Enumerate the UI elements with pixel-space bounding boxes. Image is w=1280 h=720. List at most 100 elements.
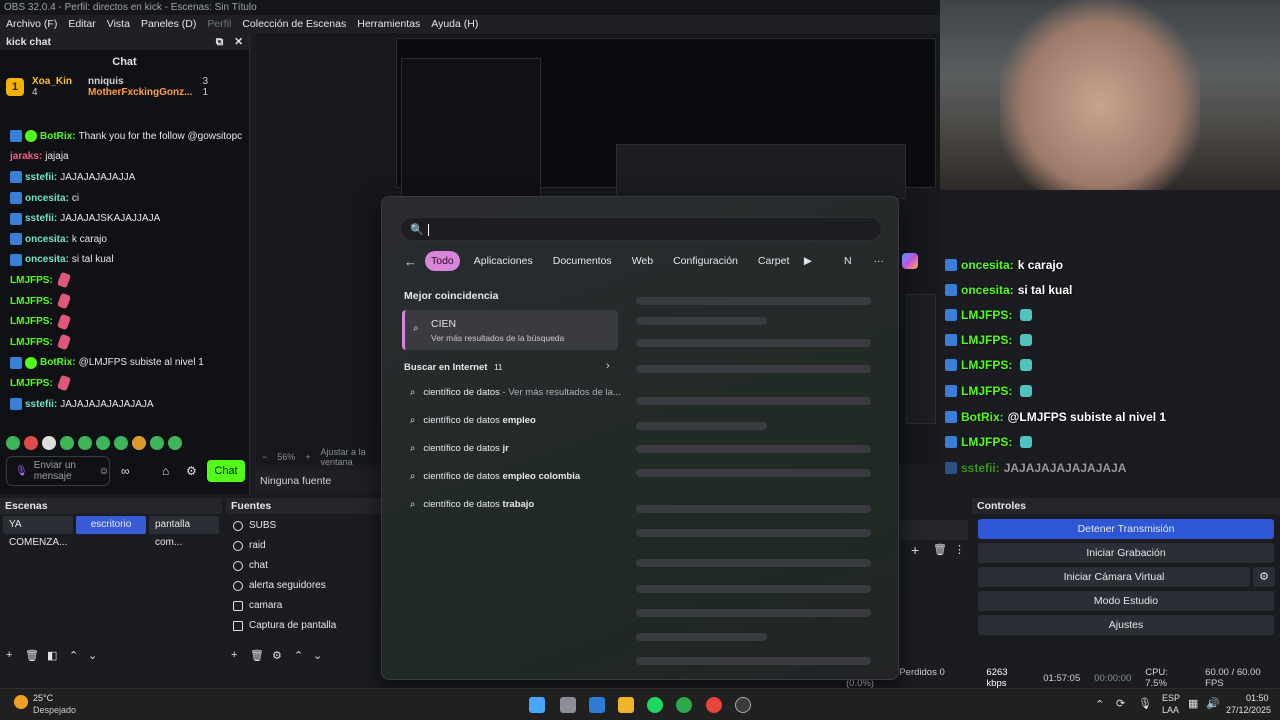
explorer-icon[interactable] [618, 697, 634, 713]
chrome-icon[interactable] [706, 697, 722, 713]
gifter-name[interactable]: MotherFxckingGonz... [88, 87, 192, 98]
settings-button[interactable]: Ajustes [978, 615, 1274, 635]
filter-todo[interactable]: Todo [425, 251, 460, 271]
copilot-icon[interactable] [902, 253, 919, 269]
input-language[interactable]: ESP [1162, 693, 1180, 703]
chat-username[interactable]: LMJFPS: [10, 296, 53, 307]
chat-username[interactable]: LMJFPS: [10, 378, 53, 389]
menu-paneles[interactable]: Paneles (D) [141, 18, 196, 30]
emote-icon[interactable] [6, 436, 20, 450]
weather-temp[interactable]: 25°C [33, 693, 53, 703]
trash-icon[interactable]: 🗑 [933, 543, 947, 556]
whatsapp-icon[interactable] [676, 697, 692, 713]
network-icon[interactable]: ▦ [1188, 697, 1198, 710]
up-icon[interactable]: ⌃ [294, 649, 303, 662]
down-icon[interactable]: ⌄ [88, 649, 97, 662]
mic-icon[interactable]: 🎙 [15, 466, 28, 477]
close-icon[interactable]: ✕ [234, 36, 243, 48]
chat-send-button[interactable]: Chat [207, 460, 245, 482]
filter-aplicaciones[interactable]: Aplicaciones [468, 251, 539, 271]
mic-icon[interactable]: 🎙 [1138, 697, 1152, 710]
start-virtualcam-button[interactable]: Iniciar Cámara Virtual [978, 567, 1250, 587]
studio-mode-button[interactable]: Modo Estudio [978, 591, 1274, 611]
scene-item-active[interactable]: escritorio [76, 516, 146, 534]
gear-icon[interactable]: ⚙ [272, 649, 282, 662]
add-scene-icon[interactable]: + [6, 649, 12, 661]
web-suggestion[interactable]: ⌕ científico de datos jr [410, 443, 509, 454]
chat-username[interactable]: LMJFPS: [10, 275, 53, 286]
emote-icon[interactable] [114, 436, 128, 450]
chat-username[interactable]: LMJFPS: [10, 337, 53, 348]
down-icon[interactable]: ⌄ [313, 649, 322, 662]
chat-username[interactable]: sstefii: [25, 213, 57, 224]
source-item[interactable]: camara [233, 600, 282, 611]
more-icon[interactable]: ··· [874, 255, 885, 267]
menu-vista[interactable]: Vista [107, 18, 130, 30]
gear-icon[interactable]: ⚙ [186, 464, 197, 478]
best-match-item[interactable]: ⌕ CIEN Ver más resultados de la búsqueda [402, 310, 618, 350]
start-recording-button[interactable]: Iniciar Grabación [978, 543, 1274, 563]
menu-editar[interactable]: Editar [68, 18, 95, 30]
chat-username[interactable]: sstefii: [25, 172, 57, 183]
fit-window[interactable]: Ajustar a la ventana [321, 447, 386, 467]
menu-perfil[interactable]: Perfil [207, 18, 231, 30]
store-icon[interactable]: ⌂ [162, 464, 169, 478]
source-item[interactable]: SUBS [233, 520, 276, 531]
zoom-minus[interactable]: − [262, 452, 267, 462]
zoom-plus[interactable]: + [305, 452, 310, 462]
chat-username[interactable]: oncesita: [25, 193, 69, 204]
gifter-name[interactable]: Xoa_Kin [32, 76, 72, 87]
emote-icon[interactable] [24, 436, 38, 450]
infinity-icon[interactable]: ∞ [121, 464, 130, 478]
remove-source-icon[interactable]: 🗑 [250, 649, 264, 662]
up-icon[interactable]: ⌃ [69, 649, 78, 662]
chat-username[interactable]: BotRix: [40, 357, 76, 368]
chevron-right-icon[interactable]: › [606, 360, 610, 372]
emote-icon[interactable] [150, 436, 164, 450]
chat-username[interactable]: sstefii: [25, 399, 57, 410]
scene-item[interactable]: YA COMENZA... [3, 516, 73, 548]
web-suggestion[interactable]: ⌕ científico de datos trabajo [410, 499, 534, 510]
emote-icon[interactable] [42, 436, 56, 450]
outlook-icon[interactable] [589, 697, 605, 713]
chevron-up-icon[interactable]: ⌃ [1095, 698, 1104, 711]
emote-icon[interactable] [60, 436, 74, 450]
emote-icon[interactable] [132, 436, 146, 450]
chat-username[interactable]: oncesita: [25, 234, 69, 245]
chat-username[interactable]: BotRix: [40, 131, 76, 142]
obs-icon[interactable] [735, 697, 751, 713]
volume-icon[interactable]: 🔊 [1206, 697, 1220, 710]
sync-icon[interactable]: ⟳ [1116, 697, 1125, 710]
menu-ayuda[interactable]: Ayuda (H) [431, 18, 478, 30]
filter-documentos[interactable]: Documentos [547, 251, 618, 271]
play-icon[interactable]: ▶ [804, 255, 812, 267]
account-initial[interactable]: N [844, 255, 852, 267]
source-item[interactable]: raid [233, 540, 266, 551]
add-source-icon[interactable]: + [231, 649, 237, 661]
source-item[interactable]: alerta seguidores [233, 580, 326, 591]
emoji-icon[interactable]: ☺ [99, 466, 109, 477]
emote-icon[interactable] [96, 436, 110, 450]
chat-username[interactable]: LMJFPS: [10, 316, 53, 327]
virtualcam-settings-icon[interactable]: ⚙ [1253, 567, 1275, 587]
filter-icon[interactable]: ◧ [47, 649, 57, 662]
taskview-icon[interactable] [560, 697, 576, 713]
search-input[interactable]: 🔍 [400, 217, 882, 241]
clock-time[interactable]: 01:50 [1246, 693, 1269, 703]
chat-username[interactable]: oncesita: [25, 254, 69, 265]
source-item[interactable]: Captura de pantalla [233, 620, 336, 631]
filter-web[interactable]: Web [626, 251, 659, 271]
filter-carpeta[interactable]: Carpeta [752, 251, 790, 271]
back-arrow-icon[interactable]: ← [404, 254, 417, 269]
more-icon[interactable]: ⋮ [954, 543, 965, 556]
chat-input[interactable]: 🎙 Enviar un mensaje ☺ [6, 456, 110, 486]
web-suggestion[interactable]: ⌕ científico de datos empleo colombia [410, 471, 580, 482]
spotify-icon[interactable] [647, 697, 663, 713]
chat-username[interactable]: jaraks: [10, 151, 42, 162]
gifter-name[interactable]: nniquis [88, 76, 124, 87]
menu-archivo[interactable]: Archivo (F) [6, 18, 57, 30]
weather-icon[interactable] [14, 695, 28, 709]
scene-item[interactable]: pantalla com... [149, 516, 219, 548]
stop-stream-button[interactable]: Detener Transmisión [978, 519, 1274, 539]
source-item[interactable]: chat [233, 560, 268, 571]
